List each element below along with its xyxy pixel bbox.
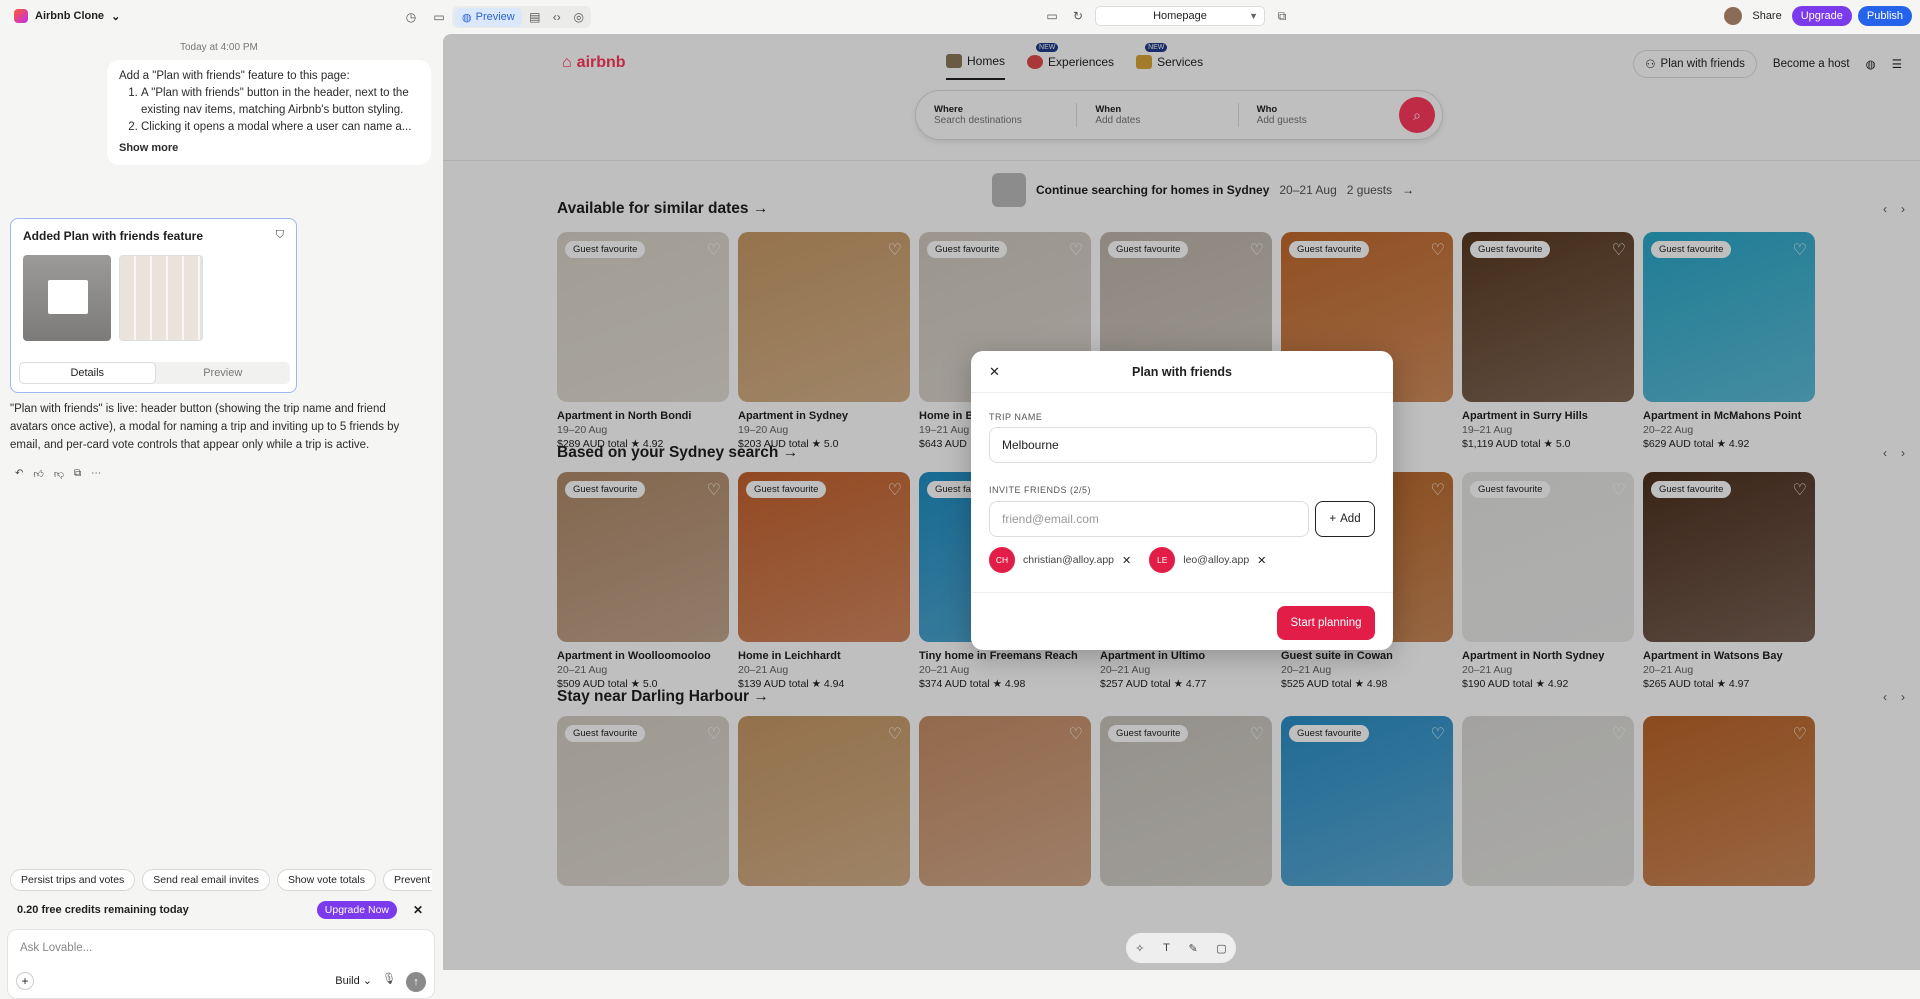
refresh-icon[interactable]: ↻	[1069, 7, 1087, 25]
upgrade-button[interactable]: Upgrade	[1791, 6, 1852, 26]
project-name: Airbnb Clone	[35, 10, 105, 22]
prompt-intro: Add a "Plan with friends" feature to thi…	[119, 70, 350, 82]
composer-input[interactable]: Ask Lovable...	[20, 942, 92, 954]
history-icon[interactable]: ◷	[402, 8, 420, 26]
preview-mode-button[interactable]: ◍ Preview	[455, 7, 522, 27]
thumbs-up-icon[interactable]: 👍︎	[33, 468, 43, 480]
assistant-summary: "Plan with friends" is live: header butt…	[10, 403, 400, 451]
edit-toolbar: ✧ T ✎ ▢	[1126, 933, 1236, 963]
trip-name-input[interactable]: Melbourne	[989, 427, 1377, 463]
remove-icon[interactable]: ✕	[1122, 554, 1131, 567]
version-card[interactable]: Added Plan with friends feature ⛉ Detail…	[10, 218, 297, 393]
modal-title: Plan with friends	[1131, 364, 1232, 379]
credits-text: 0.20 free credits remaining today	[17, 904, 189, 916]
upgrade-now-button[interactable]: Upgrade Now	[316, 901, 397, 919]
suggestion-chip[interactable]: Show vote totals	[276, 869, 376, 891]
bookmark-icon[interactable]: ⛉	[276, 229, 284, 242]
chevron-down-icon: ⌄	[111, 10, 121, 23]
friend-email: christian@alloy.app	[1023, 554, 1115, 566]
text-icon[interactable]: T	[1163, 942, 1170, 954]
pencil-icon[interactable]: ✎	[1188, 942, 1197, 955]
list-item: A "Plan with friends" button in the head…	[141, 85, 419, 119]
view-mode-group: ◍ Preview ▤ ‹› ◎	[452, 6, 591, 28]
lovable-logo-icon	[14, 9, 28, 23]
timestamp: Today at 4:00 PM	[180, 42, 258, 53]
more-icon[interactable]: ⋯	[91, 468, 101, 480]
route-label: Homepage	[1153, 10, 1207, 22]
preview-thumbnail[interactable]	[119, 255, 203, 341]
start-planning-button[interactable]: Start planning	[1277, 606, 1375, 640]
close-icon[interactable]: ✕	[989, 364, 1000, 380]
list-item: Clicking it opens a modal where a user c…	[141, 119, 419, 136]
chevron-down-icon: ▼	[1249, 11, 1258, 21]
avatar[interactable]	[1724, 7, 1743, 25]
project-switcher[interactable]: Airbnb Clone ⌄	[14, 9, 120, 23]
add-label: Add	[1340, 513, 1361, 525]
suggestion-chips: Persist trips and votes Send real email …	[10, 869, 432, 891]
build-mode-select[interactable]: Build ⌄	[335, 974, 372, 987]
send-button[interactable]: ↑	[406, 972, 426, 992]
site-preview: ⌂ airbnb Homes NEW Experiences NEW Services…	[443, 34, 1920, 970]
plus-icon: +	[1329, 513, 1337, 525]
friend-email: leo@alloy.app	[1183, 554, 1250, 566]
invited-friends-list: CH christian@alloy.app ✕ LE leo@alloy.ap…	[989, 547, 1276, 573]
preview-thumbnail[interactable]	[23, 255, 111, 341]
add-attachment-button[interactable]: +	[16, 972, 34, 990]
show-more-button[interactable]: Show more	[119, 140, 419, 157]
database-icon[interactable]: ◎	[570, 8, 588, 26]
credits-banner: 0.20 free credits remaining today Upgrad…	[7, 895, 435, 925]
publish-button[interactable]: Publish	[1857, 6, 1912, 26]
remove-icon[interactable]: ✕	[1257, 554, 1266, 567]
chat-panel: Today at 4:00 PM Add a "Plan with friend…	[0, 34, 440, 999]
undo-icon[interactable]: ↶	[15, 468, 23, 480]
suggestion-chip[interactable]: Send real email invites	[142, 869, 270, 891]
version-card-title: Added Plan with friends feature	[23, 229, 204, 243]
microphone-icon[interactable]: 🎙︎	[382, 972, 396, 985]
magic-icon[interactable]: ✧	[1135, 942, 1144, 955]
build-label: Build	[335, 975, 360, 987]
prompt-list: A "Plan with friends" button in the head…	[119, 85, 419, 136]
suggestion-chip[interactable]: Persist trips and votes	[10, 869, 136, 891]
avatar: LE	[1149, 547, 1176, 573]
preview-mode-label: Preview	[475, 11, 515, 23]
preview-tab[interactable]: Preview	[156, 362, 291, 384]
globe-icon: ◍	[462, 11, 472, 24]
share-button[interactable]: Share	[1748, 7, 1785, 25]
invite-friends-label: INVITE FRIENDS (2/5)	[989, 485, 1092, 495]
add-friend-button[interactable]: + Add	[1315, 501, 1375, 537]
external-link-icon[interactable]: ⧉	[1273, 7, 1291, 25]
avatar: CH	[989, 547, 1015, 573]
plan-with-friends-modal: ✕ Plan with friends TRIP NAME Melbourne I…	[971, 351, 1393, 650]
copy-icon[interactable]: ⧉	[74, 468, 81, 480]
close-icon[interactable]: ✕	[413, 903, 423, 917]
route-select[interactable]: Homepage ▼	[1095, 6, 1265, 26]
comment-icon[interactable]: ▢	[1216, 942, 1226, 955]
friend-email-input[interactable]: friend@email.com	[989, 501, 1309, 537]
trip-name-label: TRIP NAME	[989, 412, 1043, 422]
thumbs-down-icon[interactable]: 👎︎	[54, 468, 64, 480]
details-tab[interactable]: Details	[19, 362, 156, 384]
suggestion-chip[interactable]: Prevent duplic	[382, 869, 432, 891]
chat-composer[interactable]: Ask Lovable... + Build ⌄ 🎙︎ ↑	[7, 929, 435, 999]
file-icon[interactable]: ▤	[526, 8, 544, 26]
code-icon[interactable]: ‹›	[548, 8, 566, 26]
sidebar-toggle-icon[interactable]: ▭	[430, 8, 448, 26]
user-message: Add a "Plan with friends" feature to thi…	[107, 60, 431, 165]
top-bar: Airbnb Clone ⌄ ◷ ▭ ◍ Preview ▤ ‹› ◎ ▭ ↻ H…	[0, 0, 1920, 34]
device-icon[interactable]: ▭	[1043, 7, 1061, 25]
